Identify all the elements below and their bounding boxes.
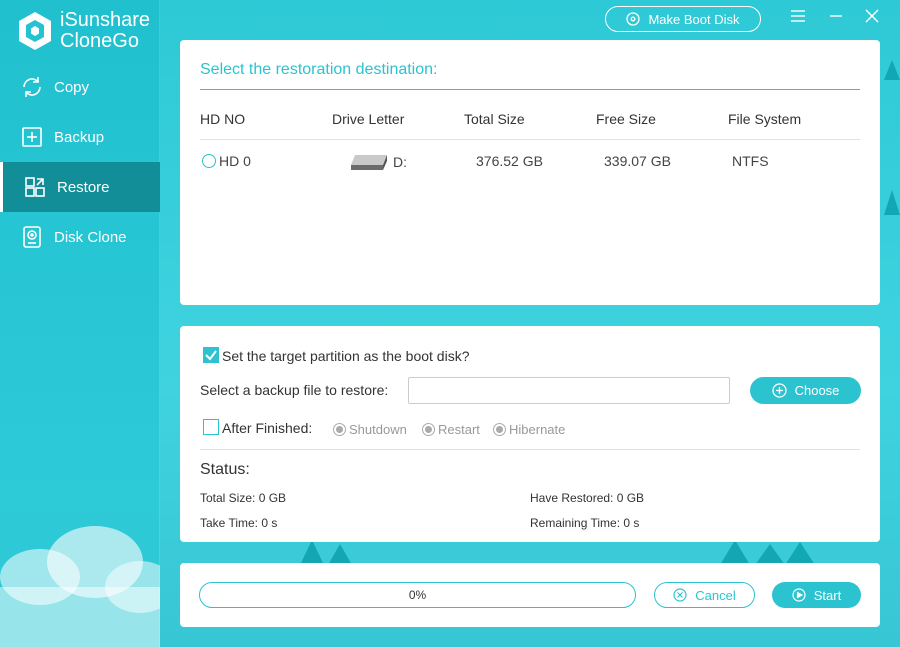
restore-grid-icon — [25, 177, 45, 197]
option-label: Hibernate — [509, 422, 566, 437]
column-header-free-size: Free Size — [596, 111, 656, 127]
play-circle-icon — [792, 588, 806, 602]
backup-file-label: Select a backup file to restore: — [200, 382, 389, 398]
sidebar-item-label: Backup — [54, 128, 105, 146]
shutdown-option[interactable]: Shutdown — [333, 422, 407, 437]
hibernate-option[interactable]: Hibernate — [493, 422, 565, 437]
start-label: Start — [813, 587, 842, 603]
plus-circle-icon — [771, 383, 787, 398]
header-divider — [200, 139, 860, 140]
plus-square-icon — [22, 127, 42, 147]
status-divider — [200, 449, 860, 450]
choose-button[interactable]: Choose — [750, 377, 861, 404]
logo-icon — [19, 12, 51, 50]
row-radio[interactable] — [202, 154, 216, 168]
total-size-status: Total Size: 0 GB — [200, 491, 287, 505]
cancel-label: Cancel — [695, 587, 736, 603]
options-panel: Set the target partition as the boot dis… — [180, 326, 880, 542]
checkmark-icon — [205, 350, 217, 361]
hd-no-cell[interactable]: HD 0 — [202, 153, 251, 169]
have-restored-status: Have Restored: 0 GB — [530, 491, 645, 505]
close-icon — [865, 9, 879, 23]
drive-letter-value: D: — [393, 154, 407, 170]
backup-file-input[interactable] — [408, 377, 730, 404]
take-time-status: Take Time: 0 s — [200, 516, 278, 530]
sidebar-item-backup[interactable]: Backup — [0, 112, 160, 162]
boot-disk-label: Set the target partition as the boot dis… — [222, 348, 470, 364]
make-boot-disk-label: Make Boot Disk — [648, 11, 740, 27]
app-name-line2: CloneGo — [60, 30, 139, 52]
total-size-cell: 376.52 GB — [476, 153, 543, 169]
menu-button[interactable] — [788, 6, 808, 26]
minimize-icon — [830, 15, 842, 17]
disk-icon — [23, 226, 41, 248]
after-finished-label: After Finished: — [222, 420, 313, 436]
column-header-file-system: File System — [728, 111, 802, 127]
sidebar-item-disk-clone[interactable]: Disk Clone — [0, 212, 160, 262]
option-label: Shutdown — [349, 422, 407, 437]
close-button[interactable] — [862, 6, 882, 26]
file-system-cell: NTFS — [732, 153, 769, 169]
option-label: Restart — [438, 422, 480, 437]
start-button[interactable]: Start — [772, 582, 861, 608]
action-panel: 0% Cancel Start — [180, 563, 880, 627]
hard-drive-icon — [351, 155, 387, 170]
disc-icon — [626, 12, 641, 26]
sidebar-nav: Copy Backup Restore Disk Clone — [0, 62, 160, 262]
radio-icon — [422, 423, 435, 436]
tree-decoration — [720, 540, 815, 565]
remaining-time-status: Remaining Time: 0 s — [530, 516, 640, 530]
hamburger-icon — [791, 10, 805, 22]
after-finished-checkbox[interactable] — [203, 419, 219, 435]
progress-text: 0% — [408, 588, 427, 602]
sidebar-item-label: Restore — [57, 178, 110, 196]
tree-decoration — [300, 540, 352, 565]
destination-title: Select the restoration destination: — [200, 61, 438, 78]
cancel-circle-icon — [673, 588, 687, 602]
radio-icon — [493, 423, 506, 436]
sidebar: iSunshare CloneGo Copy Backup Restore Di… — [0, 0, 160, 647]
column-header-total-size: Total Size — [464, 111, 525, 127]
sidebar-item-copy[interactable]: Copy — [0, 62, 160, 112]
boot-disk-checkbox[interactable] — [203, 347, 219, 363]
sidebar-item-restore[interactable]: Restore — [0, 162, 160, 212]
tree-decoration — [884, 60, 900, 215]
clouds-decoration — [0, 526, 160, 647]
destination-panel: Select the restoration destination: HD N… — [180, 40, 880, 305]
progress-bar: 0% — [199, 582, 636, 608]
refresh-icon — [23, 77, 41, 97]
app-name-line1: iSunshare — [60, 9, 151, 31]
drive-letter-cell: D: — [347, 153, 407, 171]
minimize-button[interactable] — [826, 6, 846, 26]
hd-no-value: HD 0 — [219, 153, 251, 169]
title-divider — [200, 89, 860, 90]
sidebar-item-label: Disk Clone — [54, 228, 127, 246]
status-heading: Status: — [200, 461, 250, 478]
cancel-button[interactable]: Cancel — [654, 582, 755, 608]
choose-label: Choose — [794, 383, 840, 398]
column-header-drive-letter: Drive Letter — [332, 111, 405, 127]
app-logo: iSunshare CloneGo — [18, 10, 150, 52]
restart-option[interactable]: Restart — [422, 422, 480, 437]
sidebar-item-label: Copy — [54, 78, 90, 96]
free-size-cell: 339.07 GB — [604, 153, 671, 169]
radio-icon — [333, 423, 346, 436]
column-header-hd-no: HD NO — [200, 111, 246, 127]
make-boot-disk-button[interactable]: Make Boot Disk — [605, 6, 761, 32]
